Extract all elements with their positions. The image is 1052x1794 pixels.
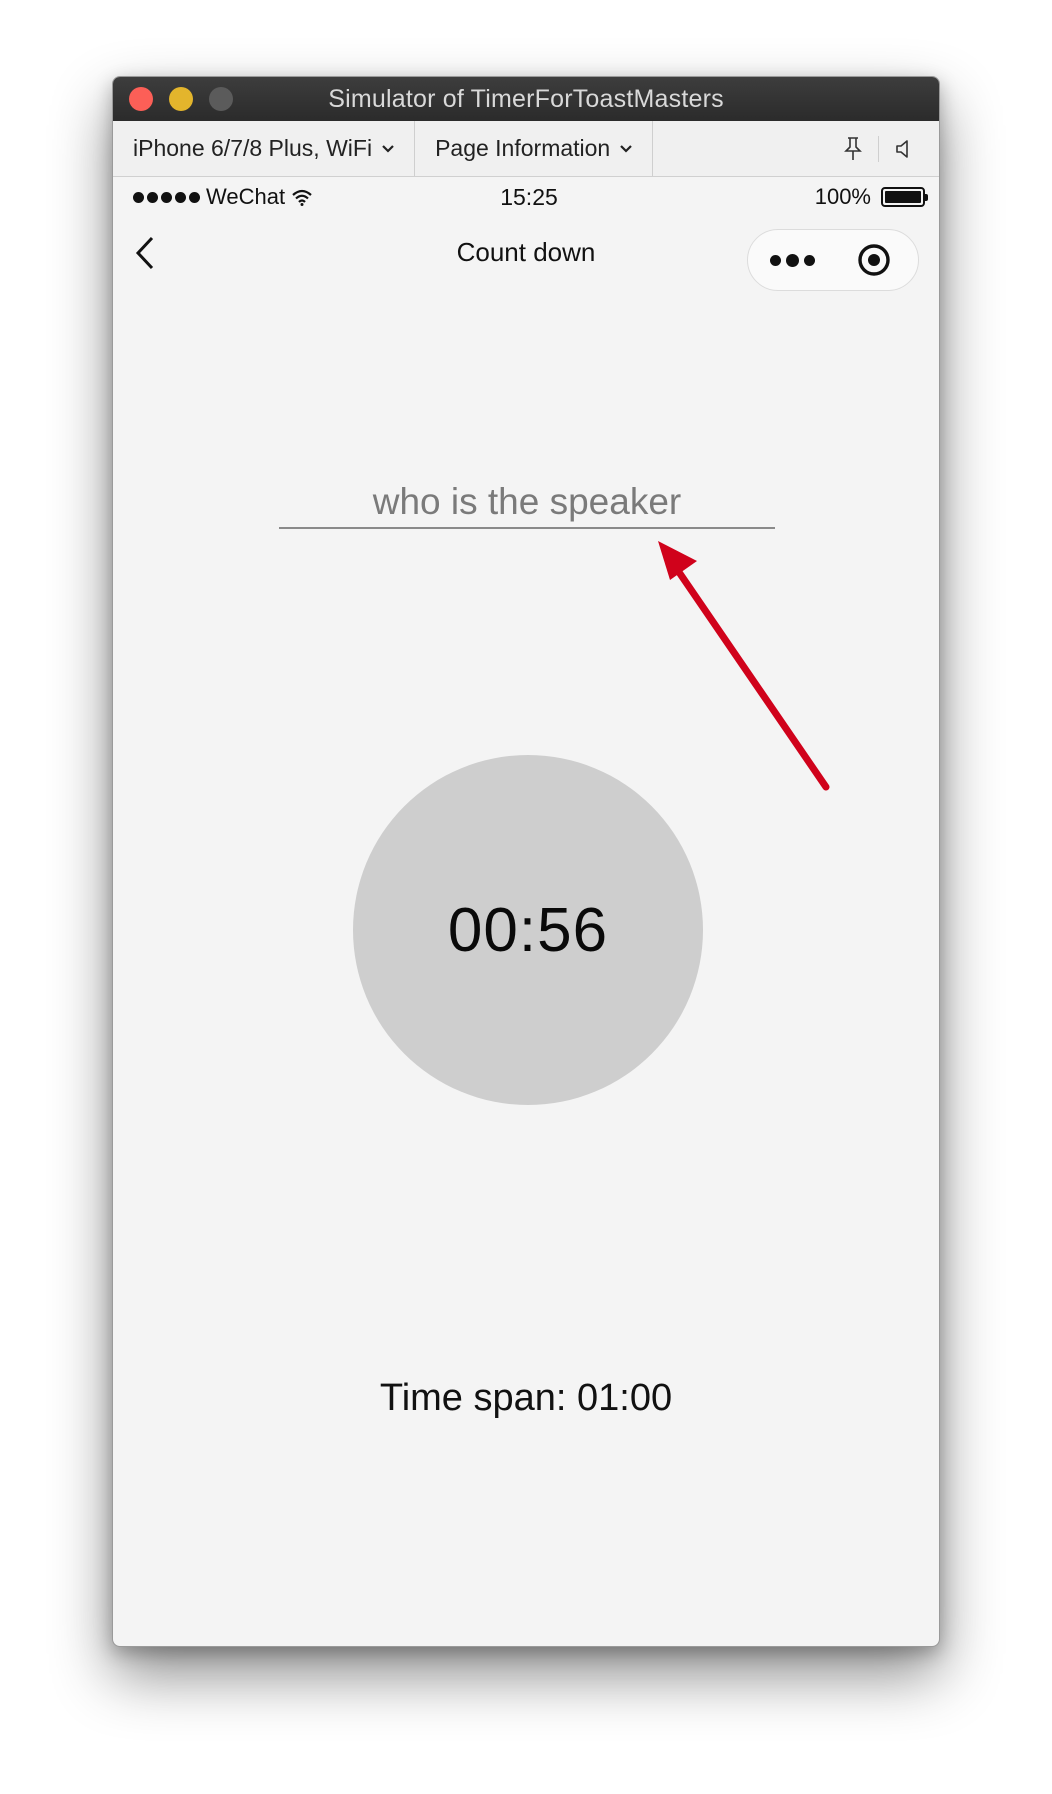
countdown-circle[interactable]: 00:56 [353,755,703,1105]
time-span: Time span: 01:00 [113,1377,939,1420]
countdown-time: 00:56 [447,895,609,965]
time-span-label: Time span: [379,1377,567,1419]
simulator-window: Simulator of TimerForToastMasters iPhone… [112,76,940,1647]
time-span-value: 01:00 [577,1377,673,1419]
